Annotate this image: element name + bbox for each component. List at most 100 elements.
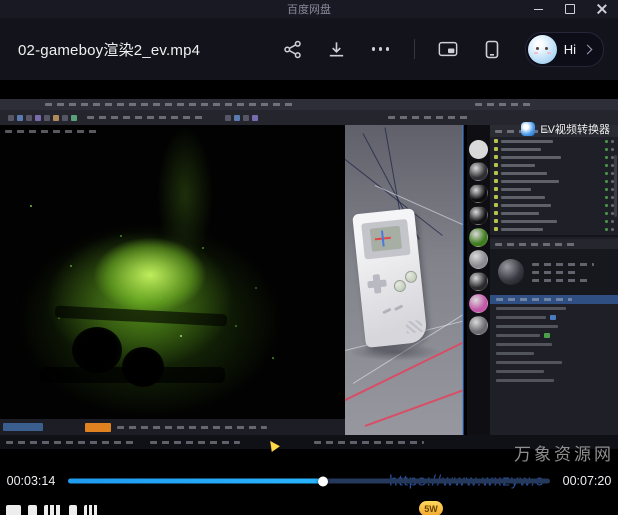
- download-icon: [327, 40, 346, 59]
- toolbar-icon-chips: [8, 115, 77, 121]
- titlebar: 百度网盘: [0, 0, 618, 18]
- scene-silhouette: [40, 367, 225, 383]
- toolbar-divider: [414, 39, 415, 59]
- material-swatch: [469, 162, 488, 181]
- props-rows: [490, 304, 618, 385]
- header-toolbar: Hi: [282, 32, 604, 67]
- toolbar-icon-chips: [225, 115, 258, 121]
- render-toolbar-segment: [3, 423, 43, 431]
- progress-handle[interactable]: [318, 476, 328, 486]
- material-swatch: [469, 140, 488, 159]
- cast-to-device-icon: [484, 40, 500, 59]
- panel-divider: [462, 125, 464, 435]
- window-title: 百度网盘: [287, 1, 331, 17]
- playback-controls: 00:03:14 https://www.wxzyw.c 00:07:20: [0, 468, 618, 494]
- material-info-lines: [532, 263, 594, 282]
- status-text-dashes: [6, 441, 136, 444]
- user-greeting: Hi: [564, 42, 576, 57]
- progress-bar-wrap: https://www.wxzyw.c: [68, 468, 550, 494]
- progress-bar[interactable]: [68, 479, 550, 484]
- close-icon: [597, 4, 607, 14]
- material-swatch: [469, 316, 488, 335]
- video-filename: 02-gameboy渲染2_ev.mp4: [18, 39, 200, 60]
- converter-watermark-text: EV视频转换器: [540, 121, 610, 137]
- render-toolbar-text: [117, 426, 267, 429]
- gameboy-button-b: [393, 279, 406, 292]
- picture-in-picture-button[interactable]: [437, 38, 459, 60]
- share-button[interactable]: [282, 38, 304, 60]
- progress-fill: [68, 479, 323, 484]
- chevron-right-icon: [583, 44, 593, 54]
- user-avatar: [528, 35, 557, 64]
- material-preview-sphere: [498, 259, 524, 285]
- render-viewport: [0, 125, 345, 419]
- app-menubar: [0, 99, 618, 110]
- gameboy-start-button: [382, 308, 391, 315]
- toolbar-text-dashes: [87, 116, 207, 119]
- object-manager-panel: [490, 125, 618, 435]
- render-progress-segment: [85, 423, 111, 432]
- status-text-dashes: [314, 441, 424, 444]
- user-account-button[interactable]: Hi: [525, 32, 604, 67]
- material-preview-area: [490, 249, 618, 295]
- gameboy-model: [352, 208, 428, 348]
- material-swatch: [469, 184, 488, 203]
- gameboy-dpad: [367, 279, 387, 288]
- maximize-button[interactable]: [554, 0, 586, 18]
- clipped-controls: [6, 505, 98, 515]
- window-controls: [522, 0, 618, 18]
- close-button[interactable]: [586, 0, 618, 18]
- tab-text-dashes: [495, 243, 579, 246]
- scene-silhouette: [55, 306, 227, 327]
- toolbar-text-dashes: [388, 116, 468, 119]
- current-time: 00:03:14: [0, 474, 62, 488]
- gameboy-button-a: [404, 270, 417, 283]
- more-button[interactable]: [370, 38, 392, 60]
- bottom-strip: 5W: [0, 494, 618, 515]
- panel-scrollbar: [614, 155, 617, 217]
- player-header: 02-gameboy渲染2_ev.mp4: [0, 18, 618, 80]
- download-button[interactable]: [326, 38, 348, 60]
- total-time: 00:07:20: [556, 474, 618, 488]
- minimize-button[interactable]: [522, 0, 554, 18]
- share-icon: [283, 40, 302, 59]
- partial-glyph: [69, 505, 77, 515]
- ev-converter-icon: [521, 122, 535, 136]
- partial-glyph: [6, 505, 21, 515]
- picture-in-picture-icon: [438, 40, 458, 58]
- partial-glyph: [84, 505, 98, 515]
- partial-glyph: [44, 505, 62, 515]
- attributes-tabs: [490, 239, 618, 249]
- material-swatch: [469, 206, 488, 225]
- spline-line: [365, 387, 463, 426]
- outliner-rows: [490, 137, 618, 233]
- cast-to-device-button[interactable]: [481, 38, 503, 60]
- material-swatch: [469, 272, 488, 291]
- menu-text-dashes: [45, 103, 295, 106]
- minimize-icon: [534, 9, 543, 10]
- material-swatch: [469, 228, 488, 247]
- gameboy-select-button: [394, 304, 403, 311]
- material-swatch: [469, 294, 488, 313]
- perspective-viewport: [345, 125, 463, 435]
- partial-glyph: [28, 505, 37, 515]
- yellow-badge: 5W: [419, 501, 443, 515]
- site-watermark: 万象资源网: [514, 440, 614, 465]
- selected-attribute-row: [490, 295, 618, 304]
- video-area: EV视频转换器 万象资源网: [0, 80, 618, 468]
- panel-divider: [490, 235, 618, 237]
- menu-text-dashes: [475, 103, 535, 106]
- more-icon: [372, 47, 390, 51]
- material-swatch: [469, 250, 488, 269]
- app-window: 百度网盘 02-gameboy渲染2_ev.mp4: [0, 0, 618, 515]
- status-text-dashes: [150, 441, 240, 444]
- render-toolbar: [0, 419, 345, 435]
- video-frame[interactable]: EV视频转换器: [0, 99, 618, 449]
- converter-watermark: EV视频转换器: [521, 121, 610, 137]
- gameboy-speaker-grille: [406, 320, 423, 334]
- material-swatch-column: [467, 125, 490, 435]
- maximize-icon: [565, 4, 575, 14]
- render-noise-speckles: [30, 205, 32, 207]
- viewport-stats-text: [5, 130, 101, 133]
- model-shadow: [349, 343, 441, 361]
